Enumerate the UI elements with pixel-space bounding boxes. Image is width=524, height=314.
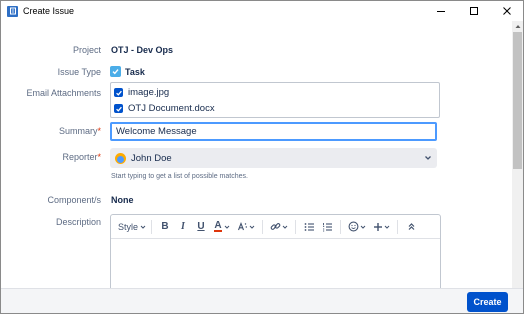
avatar (115, 152, 126, 164)
dialog-footer: Create (1, 288, 523, 313)
app-icon (7, 5, 18, 17)
issue-type-value: Task (125, 66, 145, 77)
reporter-select[interactable]: John Doe (110, 148, 437, 168)
bold-button[interactable]: B (156, 219, 174, 235)
window-controls (424, 1, 523, 21)
checkbox-checked-icon[interactable] (114, 88, 123, 97)
attachment-item[interactable]: OTJ Document.docx (114, 103, 215, 114)
toolbar-divider (295, 219, 296, 234)
scrollbar-thumb[interactable] (513, 32, 522, 169)
chevron-down-icon (140, 225, 146, 229)
bold-icon: B (161, 221, 169, 232)
issue-type-selector[interactable]: Task (110, 66, 145, 77)
toolbar-divider (397, 219, 398, 234)
description-editor[interactable]: Style B I U A (110, 214, 441, 288)
title-bar: Create Issue (1, 1, 523, 21)
chevron-up-icon (515, 24, 520, 28)
project-label: Project (72, 45, 101, 55)
attachments-list: image.jpg OTJ Document.docx (110, 82, 440, 118)
close-icon (502, 7, 511, 15)
editor-toolbar: Style B I U A (111, 215, 440, 239)
reporter-label: Reporter* (2, 152, 101, 162)
text-color-icon: A (214, 220, 222, 232)
attachment-item[interactable]: image.jpg (114, 87, 169, 98)
summary-label-text: Summary (58, 126, 98, 136)
required-mark: * (97, 152, 101, 162)
chevron-down-icon (384, 225, 389, 229)
close-button[interactable] (490, 1, 523, 21)
plus-icon (373, 222, 382, 231)
summary-label: Summary* (2, 126, 101, 136)
minimize-icon (436, 11, 445, 12)
double-chevron-up-icon (408, 223, 414, 230)
numbered-list-icon (322, 222, 332, 231)
collapse-toolbar-button[interactable] (402, 219, 420, 235)
reporter-label-text: Reporter (62, 152, 98, 162)
attachment-name: OTJ Document.docx (128, 103, 215, 114)
emoji-button[interactable] (345, 219, 369, 235)
chevron-down-icon (425, 156, 431, 160)
components-value[interactable]: None (111, 195, 134, 205)
reporter-value: John Doe (131, 152, 172, 164)
underline-button[interactable]: U (192, 219, 210, 235)
maximize-button[interactable] (457, 1, 490, 21)
toolbar-divider (262, 219, 263, 234)
maximize-icon (469, 7, 478, 15)
checkbox-checked-icon[interactable] (114, 104, 123, 113)
components-label: Component/s (47, 195, 101, 205)
underline-icon: U (197, 221, 205, 232)
italic-button[interactable]: I (174, 219, 192, 235)
style-dropdown[interactable]: Style (117, 219, 147, 235)
italic-icon: I (181, 221, 185, 232)
emoji-icon (348, 221, 359, 232)
toolbar-divider (340, 219, 341, 234)
chevron-down-icon (249, 225, 255, 229)
scroll-up-button[interactable] (512, 21, 523, 31)
reporter-hint: Start typing to get a list of possible m… (111, 173, 248, 180)
numbered-list-button[interactable] (318, 219, 336, 235)
text-color-button[interactable]: A (210, 219, 234, 235)
chevron-down-icon (360, 225, 366, 229)
style-label: Style (117, 221, 138, 232)
bullet-list-button[interactable] (300, 219, 318, 235)
more-formatting-button[interactable] (234, 219, 258, 235)
link-icon (270, 223, 281, 230)
required-mark: * (97, 126, 101, 136)
chevron-down-icon (282, 225, 288, 229)
vertical-scrollbar[interactable] (512, 21, 523, 288)
link-button[interactable] (267, 219, 291, 235)
form-content: Project OTJ - Dev Ops Issue Type Task Em… (2, 21, 512, 288)
window-title: Create Issue (23, 6, 75, 16)
issue-type-label: Issue Type (57, 67, 101, 77)
create-button[interactable]: Create (467, 292, 508, 312)
create-issue-dialog: Create Issue Project OTJ - Dev Ops Issue… (0, 0, 524, 314)
attachment-name: image.jpg (128, 87, 170, 98)
bullet-list-icon (304, 222, 314, 231)
minimize-button[interactable] (424, 1, 457, 21)
toolbar-divider (151, 219, 152, 234)
text-effects-icon (237, 221, 247, 231)
email-attachments-label: Email Attachments (26, 88, 101, 98)
chevron-down-icon (224, 225, 229, 229)
insert-button[interactable] (369, 219, 393, 235)
description-label: Description (55, 217, 101, 227)
summary-input[interactable] (110, 122, 437, 141)
task-checkbox-icon (110, 66, 121, 77)
project-value: OTJ - Dev Ops (111, 45, 174, 55)
